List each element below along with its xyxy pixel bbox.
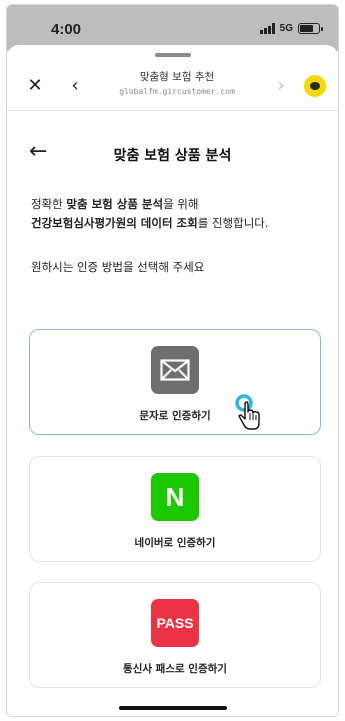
signal-icon bbox=[259, 23, 275, 34]
webview-sheet: ✕ ‹ 맞춤형 보험 추천 globalfm.gircustomer.com ›… bbox=[7, 45, 338, 716]
browser-forward-icon[interactable]: › bbox=[269, 73, 293, 97]
in-app-browser-bar: ✕ ‹ 맞춤형 보험 추천 globalfm.gircustomer.com › bbox=[7, 61, 338, 111]
browser-url: globalfm.gircustomer.com bbox=[119, 87, 235, 96]
naver-icon: N bbox=[151, 473, 199, 521]
sms-auth-label: 문자로 인증하기 bbox=[139, 410, 211, 422]
pass-icon: PASS bbox=[151, 599, 199, 647]
battery-icon bbox=[298, 23, 323, 34]
status-time: 4:00 bbox=[51, 21, 82, 38]
intro-line2-suffix: 를 진행합니다. bbox=[197, 216, 269, 230]
home-indicator bbox=[118, 706, 227, 710]
browser-back-icon[interactable]: ‹ bbox=[63, 73, 87, 97]
pass-auth-label: 통신사 패스로 인증하기 bbox=[123, 663, 227, 675]
naver-auth-label: 네이버로 인증하기 bbox=[134, 537, 216, 549]
network-type: 5G bbox=[279, 23, 293, 34]
browser-title: 맞춤형 보험 추천 bbox=[139, 71, 215, 83]
intro-text: 정확한 맞춤 보험 상품 분석을 위해 건강보험심사평가원의 데이터 조회를 진… bbox=[31, 195, 321, 233]
naver-auth-button[interactable]: N 네이버로 인증하기 bbox=[29, 456, 321, 562]
auth-method-prompt: 원하시는 인증 방법을 선택해 주세요 bbox=[31, 260, 205, 274]
sheet-grabber[interactable] bbox=[154, 53, 191, 57]
status-indicators: 5G bbox=[259, 23, 323, 34]
intro-line1-bold: 맞춤 보험 상품 분석 bbox=[66, 197, 164, 211]
intro-line1-prefix: 정확한 bbox=[31, 197, 67, 211]
page-header: ← 맞춤 보험 상품 분석 bbox=[7, 137, 338, 177]
pass-auth-button[interactable]: PASS 통신사 패스로 인증하기 bbox=[29, 582, 321, 688]
phone-frame: 4:00 5G ✕ ‹ 맞춤형 보험 추천 globalfm.gircustom… bbox=[6, 4, 339, 717]
kakao-icon[interactable] bbox=[304, 75, 326, 97]
page-title: 맞춤 보험 상품 분석 bbox=[113, 148, 232, 164]
close-icon[interactable]: ✕ bbox=[23, 73, 47, 97]
envelope-icon bbox=[151, 346, 199, 394]
pointer-cursor-icon bbox=[235, 394, 260, 430]
sms-auth-button[interactable]: 문자로 인증하기 bbox=[29, 329, 321, 435]
intro-line1-suffix: 을 위해 bbox=[163, 197, 199, 211]
intro-line2-bold: 건강보험심사평가원의 데이터 조회 bbox=[31, 216, 198, 230]
browser-address: 맞춤형 보험 추천 globalfm.gircustomer.com bbox=[97, 69, 257, 96]
